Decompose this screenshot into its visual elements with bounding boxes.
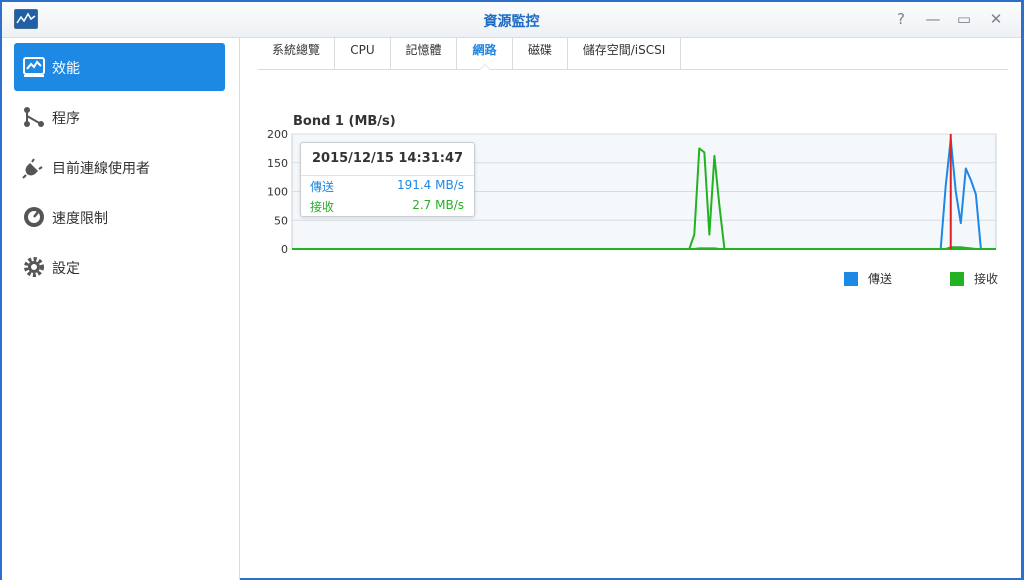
speedometer-icon	[22, 205, 46, 229]
y-tick-label: 100	[267, 186, 288, 199]
tab-label: 記憶體	[405, 43, 442, 57]
chart-title: Bond 1 (MB/s)	[293, 114, 396, 129]
tab-label: 系統總覽	[271, 43, 320, 57]
title-bar: 資源監控 ? — ▭ ✕	[2, 2, 1021, 38]
legend-recv-swatch	[950, 272, 964, 286]
tab-network[interactable]: 網路	[457, 38, 513, 70]
gear-icon	[22, 255, 46, 279]
process-icon	[22, 105, 46, 129]
sidebar-item-settings[interactable]: 設定	[14, 243, 225, 291]
tooltip-timestamp: 2015/12/15 14:31:47	[312, 151, 464, 166]
tab-disk[interactable]: 磁碟	[513, 38, 568, 69]
tab-volume-iscsi[interactable]: 儲存空間/iSCSI	[568, 38, 681, 69]
sidebar-item-label: 速度限制	[52, 211, 108, 227]
sidebar-item-speed-limit[interactable]: 速度限制	[14, 193, 225, 241]
chart-tooltip: 2015/12/15 14:31:47 傳送 191.4 MB/s 接收 2.7…	[300, 142, 475, 217]
y-tick-label: 0	[281, 243, 288, 256]
tab-label: 磁碟	[527, 43, 552, 57]
active-tab-indicator	[478, 64, 491, 70]
y-tick-label: 150	[267, 157, 288, 170]
sidebar-item-label: 程序	[52, 111, 80, 127]
tab-cpu[interactable]: CPU	[335, 38, 391, 69]
sidebar-item-connected-users[interactable]: 目前連線使用者	[14, 143, 225, 191]
sidebar: 效能 程序 目前連線使用者 速度限制 設定	[2, 38, 240, 580]
minimize-button[interactable]: —	[924, 10, 942, 28]
sidebar-item-label: 目前連線使用者	[52, 161, 150, 177]
resource-monitor-window: 資源監控 ? — ▭ ✕ 效能 程序 目前連線使用者 速度限制 設定 系統總覽 …	[0, 0, 1024, 580]
sidebar-item-performance[interactable]: 效能	[14, 43, 225, 91]
help-button[interactable]: ?	[892, 10, 910, 28]
sidebar-item-label: 設定	[52, 261, 80, 277]
performance-chart-icon	[22, 55, 46, 79]
sidebar-item-process[interactable]: 程序	[14, 93, 225, 141]
tooltip-divider	[301, 175, 474, 176]
window-title: 資源監控	[483, 14, 540, 30]
tooltip-send-label: 傳送	[310, 180, 335, 194]
tab-label: 儲存空間/iSCSI	[582, 43, 666, 57]
tab-label: 網路	[472, 43, 497, 57]
sidebar-item-label: 效能	[52, 61, 80, 77]
y-tick-label: 50	[274, 214, 288, 227]
tab-memory[interactable]: 記憶體	[391, 38, 457, 69]
legend-send-label: 傳送	[868, 272, 893, 286]
tab-bar: 系統總覽 CPU 記憶體 網路 磁碟 儲存空間/iSCSI	[258, 38, 1008, 70]
tooltip-recv-label: 接收	[310, 200, 335, 214]
tooltip-recv-value: 2.7 MB/s	[412, 198, 464, 212]
plug-icon	[22, 155, 46, 179]
close-button[interactable]: ✕	[987, 10, 1005, 28]
y-tick-label: 200	[267, 128, 288, 141]
tab-overview[interactable]: 系統總覽	[258, 38, 335, 69]
legend-recv-label: 接收	[974, 272, 999, 286]
tooltip-send-value: 191.4 MB/s	[396, 178, 464, 192]
legend-send-swatch	[844, 272, 858, 286]
maximize-button[interactable]: ▭	[955, 10, 973, 28]
tab-label: CPU	[350, 43, 375, 57]
